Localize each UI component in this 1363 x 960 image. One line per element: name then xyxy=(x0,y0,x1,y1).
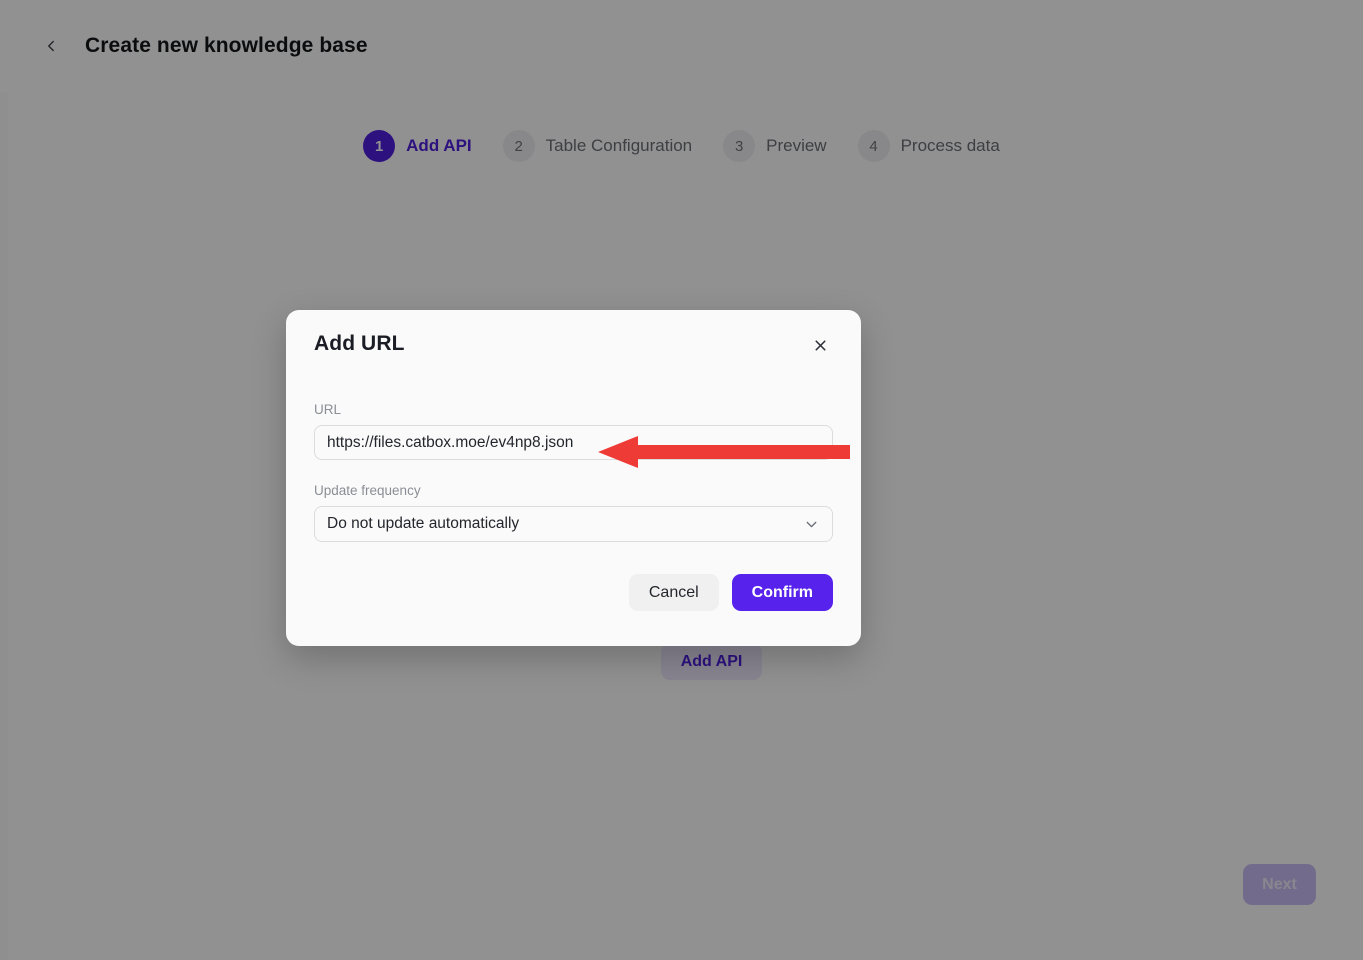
url-label: URL xyxy=(314,402,833,417)
update-frequency-field-group: Update frequency Do not update automatic… xyxy=(314,483,833,542)
cancel-button[interactable]: Cancel xyxy=(629,574,719,611)
dialog-actions: Cancel Confirm xyxy=(314,574,833,611)
url-input[interactable] xyxy=(314,425,833,460)
add-url-dialog: Add URL URL Update frequency Do not upda… xyxy=(286,310,861,646)
close-icon xyxy=(812,337,829,354)
update-frequency-select[interactable]: Do not update automatically xyxy=(314,506,833,542)
dialog-title: Add URL xyxy=(314,332,405,356)
close-button[interactable] xyxy=(807,332,833,358)
dialog-header: Add URL xyxy=(314,310,833,358)
confirm-button[interactable]: Confirm xyxy=(732,574,833,611)
update-frequency-value: Do not update automatically xyxy=(327,515,519,533)
update-frequency-label: Update frequency xyxy=(314,483,833,498)
url-field-group: URL xyxy=(314,402,833,460)
chevron-down-icon xyxy=(803,516,820,533)
